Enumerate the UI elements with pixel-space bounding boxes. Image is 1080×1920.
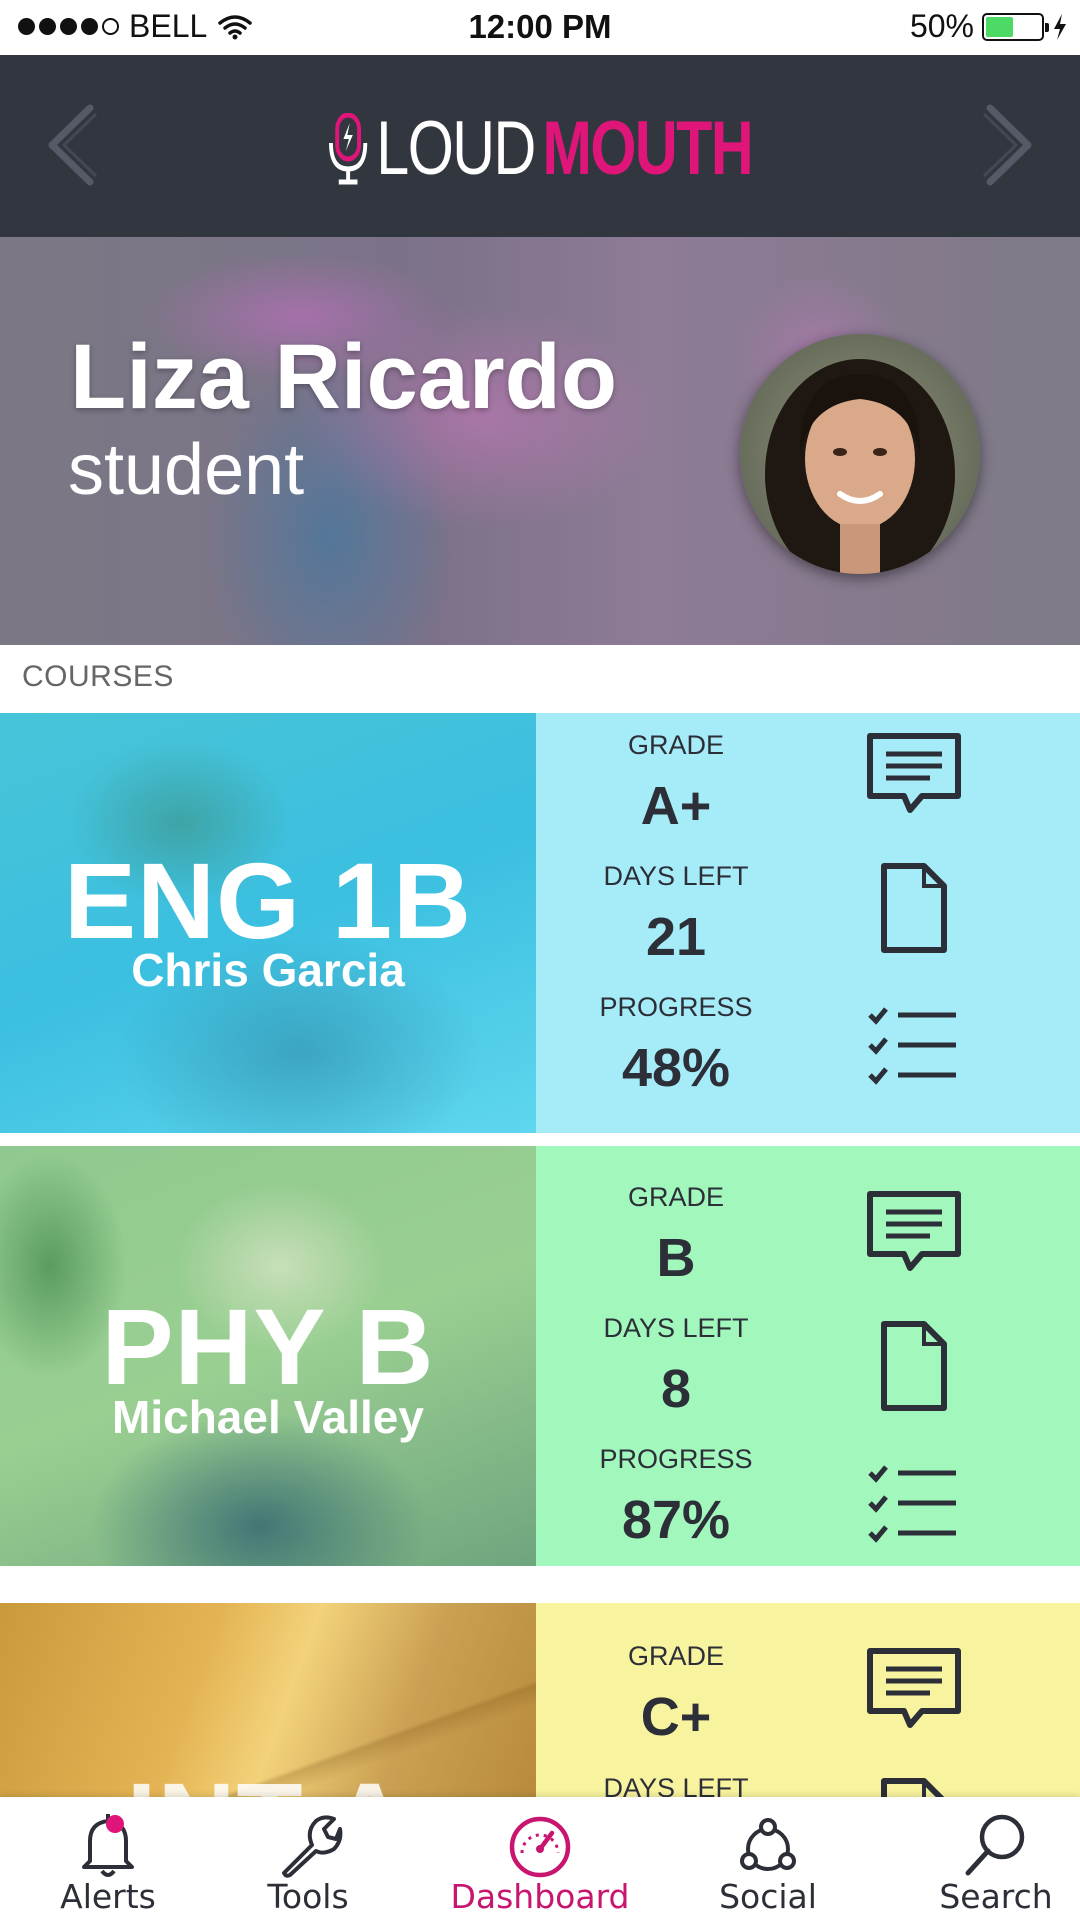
message-icon[interactable] [864,1188,964,1278]
course-stats-panel: GRADE B DAYS LEFT 8 PROGRESS 87% [536,1146,1080,1566]
speedometer-icon [509,1816,571,1878]
forward-arrow-icon[interactable] [970,100,1040,190]
tab-label: Search [939,1877,1053,1916]
grade-label: GRADE [627,1641,725,1671]
tab-alerts[interactable]: Alerts [0,1797,216,1920]
bottom-tab-bar: Alerts Tools Dashboard Social Search [0,1797,1080,1920]
loudmouth-logo: LOUD MOUTH [119,105,961,192]
days-left-label: DAYS LEFT [603,861,749,891]
logo-text-loud: LOUD [376,106,536,191]
course-artwork: ENG 1B Chris Garcia [0,713,536,1133]
battery-icon [982,12,1049,41]
document-icon[interactable] [864,863,964,953]
charging-icon [1054,13,1066,40]
profile-name: Liza Ricardo [70,326,618,428]
tab-label: Dashboard [450,1877,630,1916]
logo-text-mouth: MOUTH [542,106,754,191]
checklist-icon[interactable] [864,1003,964,1093]
document-icon[interactable] [864,1321,964,1411]
tab-social[interactable]: Social [660,1797,876,1920]
profile-hero: Liza Ricardo student [0,237,1080,645]
tab-label: Tools [267,1877,349,1916]
progress-value: 48% [621,1038,731,1098]
tab-label: Alerts [60,1877,156,1916]
checklist-icon[interactable] [864,1461,964,1551]
course-stats-panel: GRADE A+ DAYS LEFT 21 PROGRESS 48% [536,713,1080,1133]
status-right: 50% [910,8,1068,45]
grade-label: GRADE [627,1182,725,1212]
search-icon [965,1814,1025,1876]
app-header: LOUD MOUTH [0,55,1080,237]
progress-label: PROGRESS [599,992,753,1022]
progress-value: 87% [621,1490,731,1550]
grade-value: B [656,1228,696,1288]
course-artwork: PHY B Michael Valley [0,1146,536,1566]
avatar[interactable] [740,334,980,574]
tab-label: Social [719,1877,817,1916]
days-left-label: DAYS LEFT [603,1313,749,1343]
message-icon[interactable] [864,730,964,820]
grade-value: A+ [640,776,712,836]
avatar-photo [765,359,955,574]
wrench-icon [282,1815,343,1878]
social-network-icon [740,1818,796,1871]
message-icon[interactable] [864,1645,964,1735]
grade-label: GRADE [627,730,725,760]
microphone-logo-icon [329,112,368,184]
days-left-value: 8 [660,1359,692,1419]
tab-dashboard[interactable]: Dashboard [432,1797,648,1920]
progress-label: PROGRESS [599,1444,753,1474]
course-card[interactable]: ENG 1B Chris Garcia GRADE A+ DAYS LEFT 2… [0,713,1080,1133]
back-arrow-icon[interactable] [40,100,110,190]
status-bar: BELL 12:00 PM 50% [0,0,1080,55]
course-teacher: Michael Valley [112,1391,424,1443]
days-left-value: 21 [645,907,707,967]
tab-tools[interactable]: Tools [200,1797,416,1920]
profile-role: student [68,430,305,510]
course-teacher: Chris Garcia [131,944,405,996]
notification-badge [106,1815,124,1833]
courses-section-label: COURSES [22,660,174,693]
grade-value: C+ [640,1687,712,1747]
battery-percentage: 50% [909,8,974,44]
course-card[interactable]: PHY B Michael Valley GRADE B DAYS LEFT 8… [0,1146,1080,1566]
tab-search[interactable]: Search [888,1797,1080,1920]
